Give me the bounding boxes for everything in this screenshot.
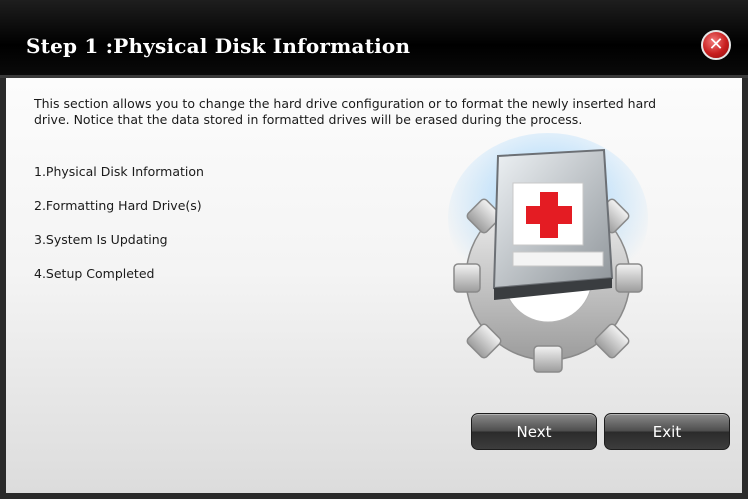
dialog-title: Step 1 :Physical Disk Information — [26, 34, 411, 58]
intro-text: This section allows you to change the ha… — [34, 96, 657, 127]
step-item-physical-disk-info: 1.Physical Disk Information — [34, 164, 204, 179]
title-bar: Step 1 :Physical Disk Information ✕ — [0, 0, 748, 78]
exit-button[interactable]: Exit — [604, 413, 730, 450]
step-list: 1.Physical Disk Information 2.Formatting… — [34, 164, 204, 300]
step-item-system-updating: 3.System Is Updating — [34, 232, 168, 247]
close-icon[interactable]: ✕ — [701, 30, 731, 60]
step-item-formatting: 2.Formatting Hard Drive(s) — [34, 198, 202, 213]
next-button[interactable]: Next — [471, 413, 597, 450]
hard-drive-gear-icon — [448, 133, 648, 373]
wizard-dialog: Step 1 :Physical Disk Information ✕ This… — [0, 0, 748, 499]
step-item-setup-completed: 4.Setup Completed — [34, 266, 155, 281]
